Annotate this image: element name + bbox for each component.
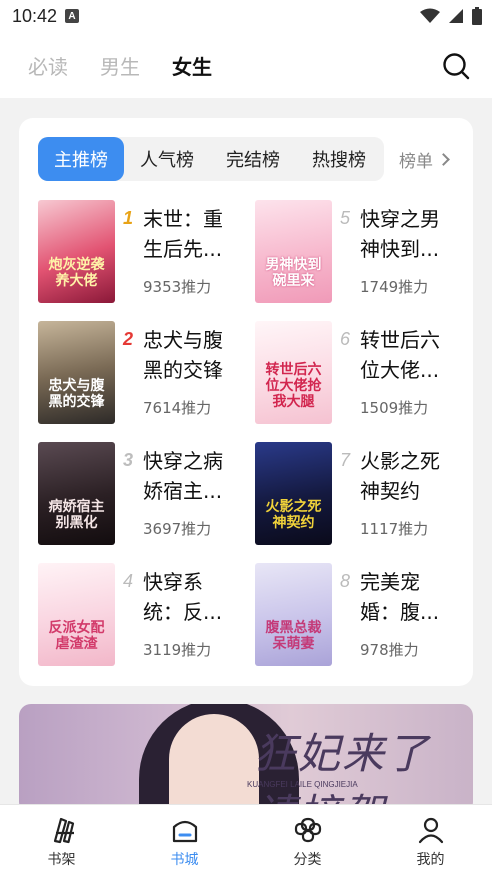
tab-male[interactable]: 男生 <box>100 51 140 80</box>
book-heat: 1509推力 <box>360 399 429 417</box>
book-cover: 病娇宿主别黑化 <box>38 442 115 545</box>
rank-number: 8 <box>340 571 351 591</box>
cover-title: 男神快到碗里来 <box>265 257 322 289</box>
book-item[interactable]: 反派女配虐渣渣 4 快穿系统：反... 3119推力 <box>38 563 238 667</box>
promo-banner[interactable]: 狂妃来了请接驾 KUANGFEI LAILE QINGJIEJIA <box>19 704 473 814</box>
cover-title: 炮灰逆袭养大佬 <box>48 257 105 289</box>
book-title: 快穿系统：反... <box>143 570 223 624</box>
rank-number: 4 <box>123 571 134 591</box>
nav-bookstore[interactable]: 书城 <box>123 805 246 876</box>
book-item[interactable]: 男神快到碗里来 5 快穿之男神快到... 1749推力 <box>255 200 455 304</box>
nav-profile-label: 我的 <box>416 852 445 868</box>
rank-number: 3 <box>123 450 134 470</box>
notification-icon: A <box>65 9 80 23</box>
nav-category-label: 分类 <box>293 852 322 868</box>
search-icon[interactable] <box>442 52 470 80</box>
rank-number: 2 <box>123 329 134 349</box>
book-item[interactable]: 忠犬与腹黑的交锋 2 忠犬与腹黑的交锋 7614推力 <box>38 321 238 425</box>
rank-number: 1 <box>123 208 134 228</box>
nav-profile[interactable]: 我的 <box>369 805 492 876</box>
book-heat: 9353推力 <box>143 278 212 296</box>
book-cover: 火影之死神契约 <box>255 442 332 545</box>
tab-female[interactable]: 女生 <box>172 51 212 80</box>
book-cover: 忠犬与腹黑的交锋 <box>38 321 115 424</box>
bookshelf-icon <box>53 817 74 844</box>
status-time: 10:42 <box>12 5 58 26</box>
nav-bookstore-label: 书城 <box>170 852 199 868</box>
profile-icon <box>418 817 443 844</box>
book-heat: 978推力 <box>360 641 419 659</box>
nav-bookshelf-label: 书架 <box>47 852 76 868</box>
signal-icon <box>449 9 463 23</box>
rank-number: 6 <box>340 329 351 349</box>
tab-required[interactable]: 必读 <box>28 51 68 80</box>
cover-title: 火影之死神契约 <box>265 499 322 531</box>
book-cover: 炮灰逆袭养大佬 <box>38 200 115 303</box>
chevron-right-icon <box>437 152 450 166</box>
book-item[interactable]: 转世后六位大佬抢我大腿 6 转世后六位大佬... 1509推力 <box>255 321 455 425</box>
battery-icon <box>472 7 482 25</box>
wifi-icon <box>420 8 440 23</box>
nav-bookshelf[interactable]: 书架 <box>0 805 123 876</box>
ranking-tab-recommended[interactable]: 主推榜 <box>38 137 124 181</box>
book-cover: 转世后六位大佬抢我大腿 <box>255 321 332 424</box>
cover-title: 忠犬与腹黑的交锋 <box>48 378 105 410</box>
ranking-more-link[interactable]: 榜单 <box>399 137 450 181</box>
book-item[interactable]: 腹黑总裁呆萌妻 8 完美宠婚：腹... 978推力 <box>255 563 455 667</box>
book-heat: 7614推力 <box>143 399 212 417</box>
book-item[interactable]: 病娇宿主别黑化 3 快穿之病娇宿主... 3697推力 <box>38 442 238 546</box>
book-cover: 腹黑总裁呆萌妻 <box>255 563 332 666</box>
category-icon <box>294 817 321 843</box>
cover-title: 转世后六位大佬抢我大腿 <box>265 362 322 410</box>
book-title: 火影之死神契约 <box>360 449 440 503</box>
ranking-card: 主推榜 人气榜 完结榜 热搜榜 榜单 炮灰逆袭养大佬 1 末世：重生后先... … <box>19 118 473 686</box>
ranking-tabs: 主推榜 人气榜 完结榜 热搜榜 <box>38 137 384 181</box>
book-title: 快穿之病娇宿主... <box>143 449 223 503</box>
banner-subtitle: KUANGFEI LAILE QINGJIEJIA <box>247 780 358 789</box>
top-tab-bar: 必读 男生 女生 <box>0 32 492 98</box>
cover-title: 反派女配虐渣渣 <box>48 620 105 652</box>
book-item[interactable]: 火影之死神契约 7 火影之死神契约 1117推力 <box>255 442 455 546</box>
book-heat: 3697推力 <box>143 520 212 538</box>
book-heat: 1749推力 <box>360 278 429 296</box>
ranking-tab-hot-search[interactable]: 热搜榜 <box>296 137 382 181</box>
cover-title: 腹黑总裁呆萌妻 <box>265 620 322 652</box>
cover-title: 病娇宿主别黑化 <box>48 499 105 531</box>
banner-face <box>169 714 259 814</box>
status-bar: 10:42 A <box>0 0 492 32</box>
nav-category[interactable]: 分类 <box>246 805 369 876</box>
book-title: 忠犬与腹黑的交锋 <box>143 328 223 382</box>
rank-number: 5 <box>340 208 351 228</box>
book-heat: 1117推力 <box>360 520 429 538</box>
banner-title: 狂妃来了请接驾 <box>254 729 431 814</box>
book-title: 完美宠婚：腹... <box>360 570 440 624</box>
rank-number: 7 <box>340 450 351 470</box>
ranking-tab-popular[interactable]: 人气榜 <box>124 137 210 181</box>
book-title: 末世：重生后先... <box>143 207 223 261</box>
ranking-tab-completed[interactable]: 完结榜 <box>210 137 296 181</box>
book-cover: 男神快到碗里来 <box>255 200 332 303</box>
bookstore-icon <box>172 820 197 843</box>
book-heat: 3119推力 <box>143 641 212 659</box>
book-title: 转世后六位大佬... <box>360 328 440 382</box>
bottom-nav: 书架 书城 分类 我的 <box>0 804 492 876</box>
book-item[interactable]: 炮灰逆袭养大佬 1 末世：重生后先... 9353推力 <box>38 200 238 304</box>
ranking-more-label: 榜单 <box>399 151 433 172</box>
book-title: 快穿之男神快到... <box>360 207 440 261</box>
book-cover: 反派女配虐渣渣 <box>38 563 115 666</box>
